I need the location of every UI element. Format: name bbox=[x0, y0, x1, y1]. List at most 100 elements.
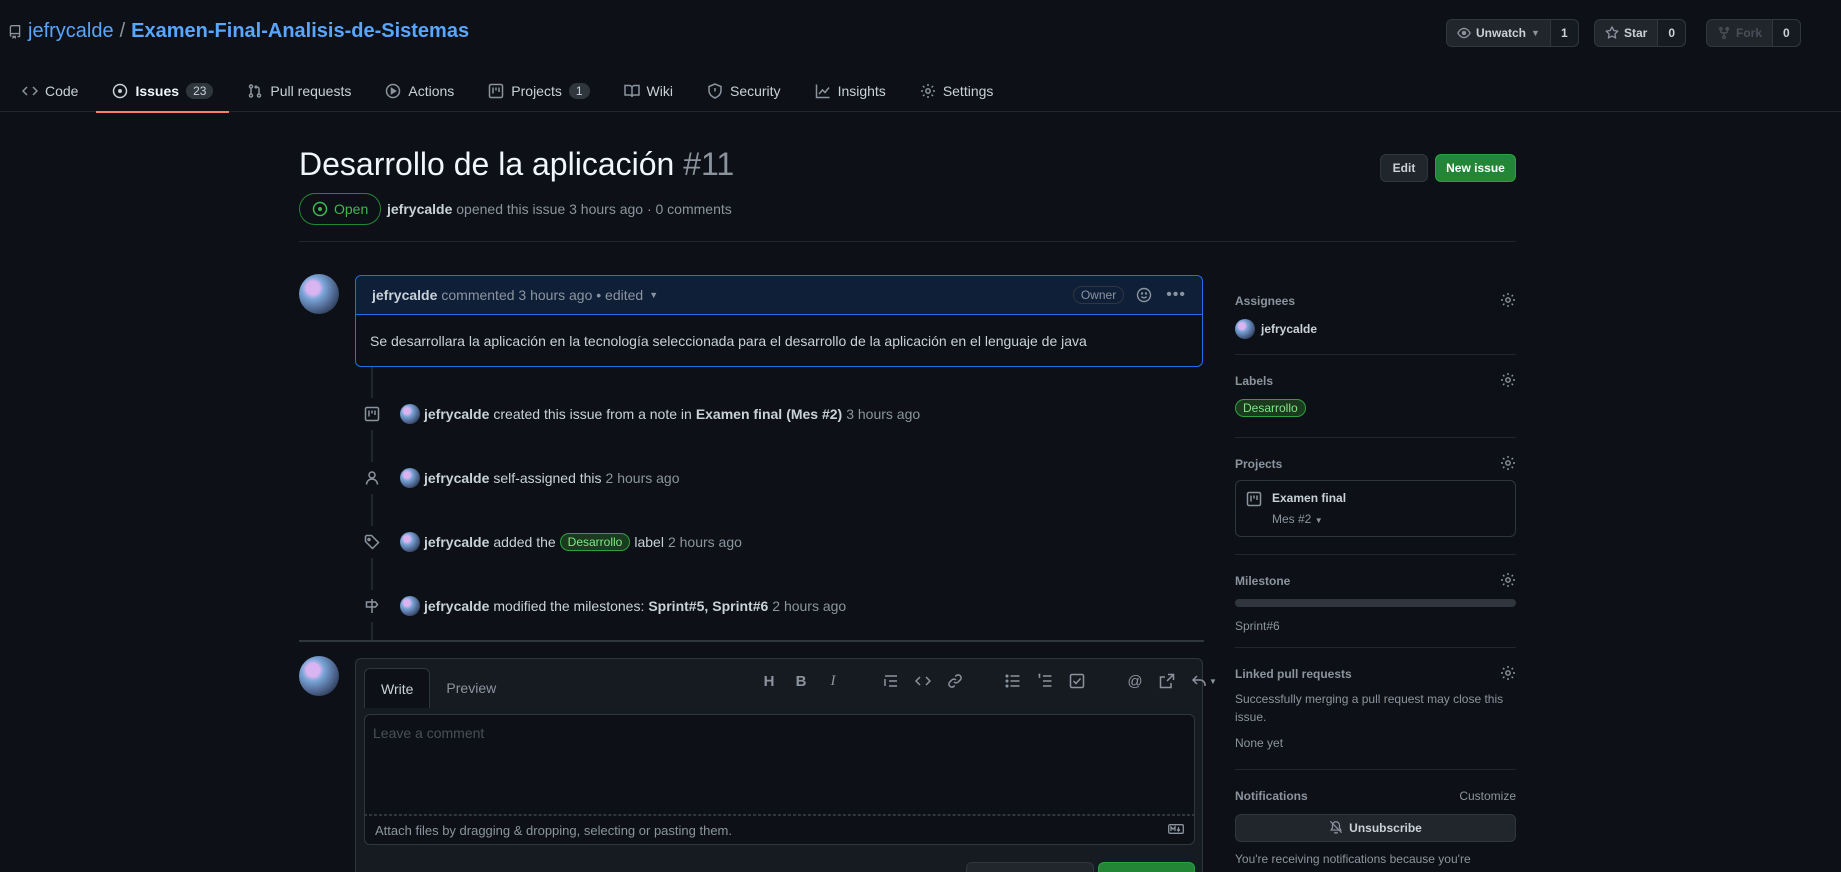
project-name[interactable]: Examen final bbox=[1272, 491, 1346, 505]
timeline-item: jefrycalde created this issue from a not… bbox=[356, 398, 920, 430]
assignee-name[interactable]: jefrycalde bbox=[1261, 322, 1317, 336]
star-button[interactable]: Star bbox=[1595, 20, 1659, 46]
watch-count[interactable]: 1 bbox=[1550, 20, 1578, 46]
repo-owner-link[interactable]: jefrycalde bbox=[28, 20, 114, 43]
comment-textarea[interactable]: Leave a comment bbox=[364, 714, 1195, 815]
attach-files-bar[interactable]: Attach files by dragging & dropping, sel… bbox=[364, 815, 1195, 845]
italic-icon[interactable]: I bbox=[824, 672, 842, 690]
timeline-time[interactable]: 2 hours ago bbox=[772, 598, 846, 614]
markdown-icon[interactable] bbox=[1168, 823, 1184, 838]
issue-meta-text: opened this issue 3 hours ago · 0 commen… bbox=[456, 201, 732, 217]
tab-pull-requests[interactable]: Pull requests bbox=[247, 70, 367, 112]
tab-projects[interactable]: Projects 1 bbox=[488, 70, 605, 112]
project-card[interactable]: Examen final Mes #2 ▼ bbox=[1235, 480, 1516, 537]
tab-security[interactable]: Security bbox=[707, 70, 797, 112]
avatar[interactable] bbox=[400, 596, 420, 616]
unwatch-button[interactable]: Unwatch ▼ bbox=[1447, 20, 1551, 46]
label-badge[interactable]: Desarrollo bbox=[559, 533, 631, 551]
gear-icon[interactable] bbox=[1500, 292, 1516, 311]
list-unordered-icon[interactable] bbox=[1004, 672, 1022, 690]
labels-header[interactable]: Labels bbox=[1235, 371, 1516, 391]
label-badge[interactable]: Desarrollo bbox=[1235, 399, 1306, 417]
gear-icon[interactable] bbox=[1500, 455, 1516, 474]
tab-preview[interactable]: Preview bbox=[430, 668, 512, 708]
avatar[interactable] bbox=[400, 468, 420, 488]
projects-header[interactable]: Projects bbox=[1235, 454, 1516, 474]
kebab-horizontal-icon[interactable]: ••• bbox=[1166, 286, 1186, 304]
avatar[interactable] bbox=[400, 404, 420, 424]
issue-author-link[interactable]: jefrycalde bbox=[387, 201, 452, 217]
watch-button-group: Unwatch ▼ 1 bbox=[1446, 19, 1579, 47]
tab-actions[interactable]: Actions bbox=[385, 70, 470, 112]
comment-author-link[interactable]: jefrycalde bbox=[372, 287, 437, 303]
issue-state-badge: Open bbox=[299, 193, 382, 225]
timeline-user-link[interactable]: jefrycalde bbox=[424, 598, 489, 614]
repo-name-link[interactable]: Examen-Final-Analisis-de-Sistemas bbox=[131, 20, 469, 43]
milestone-name[interactable]: Sprint#6 bbox=[1235, 619, 1516, 633]
timeline-milestone-link[interactable]: Sprint#5 bbox=[648, 598, 704, 614]
close-issue-button[interactable] bbox=[966, 862, 1094, 872]
gear-icon[interactable] bbox=[1500, 372, 1516, 391]
customize-link[interactable]: Customize bbox=[1459, 789, 1516, 803]
star-count[interactable]: 0 bbox=[1658, 20, 1686, 46]
tab-write[interactable]: Write bbox=[364, 668, 431, 708]
fork-button[interactable]: Fork bbox=[1707, 20, 1774, 46]
comment-submit-button[interactable] bbox=[1098, 862, 1195, 872]
avatar[interactable] bbox=[299, 274, 339, 314]
star-label: Star bbox=[1624, 26, 1648, 40]
fork-count[interactable]: 0 bbox=[1773, 20, 1800, 46]
chevron-down-icon[interactable]: ▼ bbox=[649, 290, 658, 300]
mention-icon[interactable]: @ bbox=[1126, 672, 1144, 690]
assignees-header[interactable]: Assignees bbox=[1235, 291, 1516, 311]
avatar[interactable] bbox=[299, 656, 339, 696]
issue-opened-icon bbox=[312, 201, 328, 217]
bold-icon[interactable]: B bbox=[792, 672, 810, 690]
unsubscribe-button[interactable]: Unsubscribe bbox=[1235, 814, 1516, 842]
project-column-select[interactable]: Mes #2 ▼ bbox=[1272, 512, 1346, 526]
linked-prs-header[interactable]: Linked pull requests bbox=[1235, 664, 1516, 684]
link-icon[interactable] bbox=[946, 672, 964, 690]
smiley-icon[interactable] bbox=[1136, 287, 1152, 303]
fork-icon bbox=[1717, 26, 1731, 40]
projects-title: Projects bbox=[1235, 457, 1283, 471]
timeline-user-link[interactable]: jefrycalde bbox=[424, 406, 489, 422]
tab-issues[interactable]: Issues 23 bbox=[96, 70, 230, 113]
milestone-header[interactable]: Milestone bbox=[1235, 571, 1516, 591]
timeline-item: jefrycalde modified the milestones: Spri… bbox=[356, 590, 846, 622]
timeline-project-link[interactable]: Examen final bbox=[696, 406, 782, 422]
tab-insights[interactable]: Insights bbox=[815, 70, 902, 112]
play-icon bbox=[385, 83, 401, 99]
issue-opened-icon bbox=[112, 83, 128, 99]
assignee-entry[interactable]: jefrycalde bbox=[1235, 319, 1516, 339]
heading-icon[interactable]: H bbox=[760, 672, 778, 690]
code-icon[interactable] bbox=[914, 672, 932, 690]
cross-reference-icon[interactable] bbox=[1158, 672, 1176, 690]
star-button-group: Star 0 bbox=[1594, 19, 1687, 47]
tab-code[interactable]: Code bbox=[22, 70, 94, 112]
tasklist-icon[interactable] bbox=[1068, 672, 1086, 690]
avatar[interactable] bbox=[1235, 319, 1255, 339]
comment-meta[interactable]: commented 3 hours ago • edited bbox=[441, 287, 643, 303]
avatar[interactable] bbox=[400, 532, 420, 552]
timeline-time[interactable]: 2 hours ago bbox=[668, 534, 742, 550]
edit-title-button[interactable]: Edit bbox=[1380, 154, 1428, 182]
gear-icon[interactable] bbox=[1500, 665, 1516, 684]
timeline-time[interactable]: 2 hours ago bbox=[606, 470, 680, 486]
list-ordered-icon[interactable] bbox=[1036, 672, 1054, 690]
timeline-time[interactable]: 3 hours ago bbox=[846, 406, 920, 422]
quote-icon[interactable] bbox=[882, 672, 900, 690]
timeline-user-link[interactable]: jefrycalde bbox=[424, 534, 489, 550]
new-issue-button[interactable]: New issue bbox=[1435, 154, 1516, 182]
timeline-comma: , bbox=[704, 598, 709, 614]
gear-icon bbox=[920, 83, 936, 99]
projects-counter: 1 bbox=[568, 83, 590, 99]
issue-comment: jefrycalde commented 3 hours ago • edite… bbox=[355, 275, 1203, 367]
issues-counter: 23 bbox=[186, 83, 214, 99]
gear-icon[interactable] bbox=[1500, 572, 1516, 591]
tab-settings[interactable]: Settings bbox=[920, 70, 1010, 112]
timeline-user-link[interactable]: jefrycalde bbox=[424, 470, 489, 486]
timeline-milestone-link[interactable]: Sprint#6 bbox=[712, 598, 768, 614]
reply-icon[interactable]: ▼ bbox=[1190, 672, 1218, 690]
star-icon bbox=[1605, 26, 1619, 40]
tab-wiki[interactable]: Wiki bbox=[623, 70, 689, 112]
